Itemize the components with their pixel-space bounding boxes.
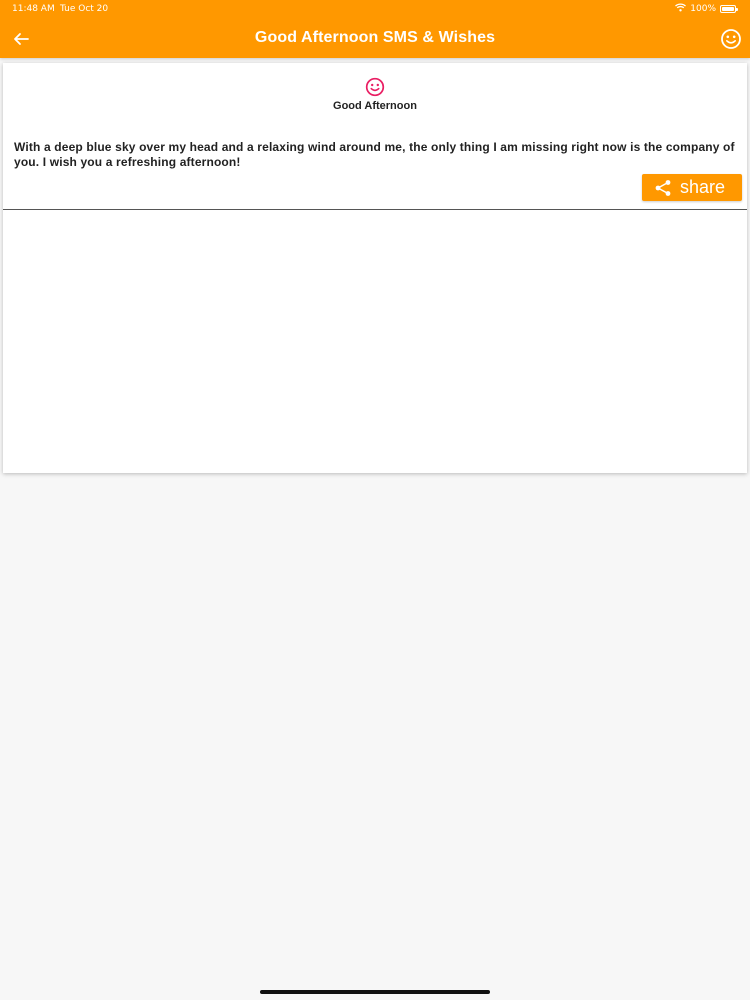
smiley-icon — [721, 29, 741, 49]
share-icon — [654, 179, 672, 197]
wish-card: Good Afternoon With a deep blue sky over… — [3, 63, 747, 473]
battery-icon — [720, 5, 738, 13]
status-bar: 11:48 AM Tue Oct 20 100% — [0, 0, 750, 18]
page-title: Good Afternoon SMS & Wishes — [254, 29, 496, 46]
smiley-icon — [365, 77, 385, 97]
share-label: share — [680, 177, 726, 197]
wish-message: With a deep blue sky over my head and a … — [14, 140, 735, 169]
battery-percent: 100% — [690, 4, 716, 14]
divider — [3, 209, 747, 210]
status-date: Tue Oct 20 — [60, 4, 109, 14]
home-indicator[interactable] — [260, 990, 490, 994]
wifi-icon — [675, 3, 687, 15]
share-button[interactable]: share — [642, 174, 742, 201]
card-heading: Good Afternoon — [333, 100, 417, 112]
emoji-button[interactable] — [718, 26, 744, 52]
app-bar: 11:48 AM Tue Oct 20 100% Good Afternoon … — [0, 0, 750, 58]
status-time: 11:48 AM — [12, 4, 55, 14]
status-indicators: 100% — [675, 3, 738, 15]
